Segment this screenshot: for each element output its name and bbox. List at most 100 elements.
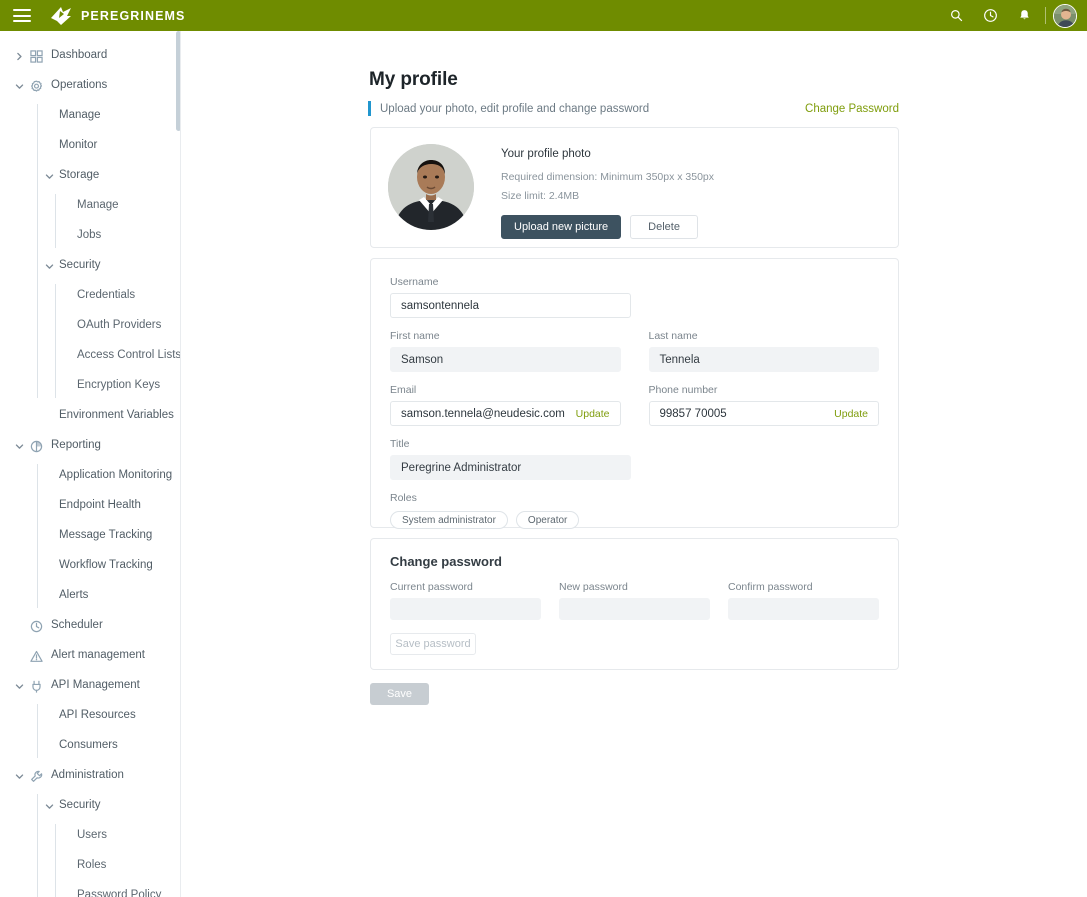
history-clock-icon[interactable] bbox=[977, 3, 1003, 29]
profile-photo bbox=[388, 144, 474, 230]
chevron-down-icon[interactable] bbox=[14, 681, 25, 692]
first-name-field-group: First name Samson bbox=[390, 330, 621, 372]
new-password-label: New password bbox=[559, 581, 628, 593]
username-field-group: Username samsontennela bbox=[390, 276, 631, 318]
sidebar-item-manage[interactable]: Manage bbox=[0, 101, 180, 131]
phone-value: 99857 70005 bbox=[659, 407, 727, 420]
sidebar-item-credentials[interactable]: Credentials bbox=[0, 281, 180, 311]
user-avatar[interactable] bbox=[1053, 3, 1077, 28]
sidebar-item-message-tracking[interactable]: Message Tracking bbox=[0, 521, 180, 551]
caret-spacer bbox=[44, 141, 55, 152]
indent-guide bbox=[37, 464, 38, 608]
role-chip[interactable]: Operator bbox=[515, 511, 580, 529]
sidebar-item-label: Monitor bbox=[59, 139, 98, 152]
save-button[interactable]: Save bbox=[370, 683, 429, 705]
indent-guide bbox=[55, 824, 56, 897]
sidebar-item-reporting[interactable]: Reporting bbox=[0, 431, 180, 461]
sidebar-item-security[interactable]: Security bbox=[0, 251, 180, 281]
username-label: Username bbox=[390, 276, 439, 288]
chevron-down-icon[interactable] bbox=[14, 441, 25, 452]
chevron-down-icon[interactable] bbox=[14, 81, 25, 92]
sidebar-item-label: Alert management bbox=[51, 649, 145, 662]
title-input[interactable]: Peregrine Administrator bbox=[390, 455, 631, 480]
sidebar-item-api-management[interactable]: API Management bbox=[0, 671, 180, 701]
caret-spacer bbox=[62, 321, 73, 332]
sidebar-item-users[interactable]: Users bbox=[0, 821, 180, 851]
profile-details-card: Username samsontennela First name Samson… bbox=[370, 258, 899, 529]
sidebar-item-application-monitoring[interactable]: Application Monitoring bbox=[0, 461, 180, 491]
sidebar-item-encryption-keys[interactable]: Encryption Keys bbox=[0, 371, 180, 401]
current-password-input[interactable] bbox=[390, 598, 541, 620]
chevron-down-icon[interactable] bbox=[44, 801, 55, 812]
change-password-heading: Change password bbox=[390, 554, 502, 569]
indent-guide bbox=[37, 104, 38, 398]
first-name-input[interactable]: Samson bbox=[390, 347, 621, 372]
photo-card-heading: Your profile photo bbox=[501, 148, 591, 160]
change-password-card: Change password Current password New pas… bbox=[370, 538, 899, 670]
sidebar-item-scheduler[interactable]: Scheduler bbox=[0, 611, 180, 641]
pie-chart-icon bbox=[29, 439, 43, 453]
caret-spacer bbox=[62, 381, 73, 392]
last-name-input[interactable]: Tennela bbox=[648, 347, 879, 372]
sidebar-item-label: Alerts bbox=[59, 589, 89, 602]
change-password-link[interactable]: Change Password bbox=[805, 103, 899, 115]
chevron-down-icon[interactable] bbox=[44, 171, 55, 182]
sidebar-item-workflow-tracking[interactable]: Workflow Tracking bbox=[0, 551, 180, 581]
upload-new-picture-button[interactable]: Upload new picture bbox=[501, 215, 622, 239]
phone-input[interactable]: 99857 70005 Update bbox=[648, 401, 879, 426]
role-chip[interactable]: System administrator bbox=[390, 511, 508, 529]
brand-logo-link[interactable]: PEREGRINEMS bbox=[48, 5, 185, 27]
sidebar-item-storage[interactable]: Storage bbox=[0, 161, 180, 191]
sidebar-item-operations[interactable]: Operations bbox=[0, 71, 180, 101]
top-app-bar: PEREGRINEMS bbox=[0, 0, 1087, 31]
sidebar-item-security[interactable]: Security bbox=[0, 791, 180, 821]
roles-chip-list: System administrator Operator bbox=[390, 511, 879, 529]
delete-picture-button[interactable]: Delete bbox=[630, 215, 698, 239]
email-input[interactable]: samson.tennela@neudesic.com Update bbox=[390, 401, 621, 426]
last-name-value: Tennela bbox=[659, 353, 700, 366]
sidebar-item-oauth-providers[interactable]: OAuth Providers bbox=[0, 311, 180, 341]
sidebar-item-monitor[interactable]: Monitor bbox=[0, 131, 180, 161]
sidebar-item-label: Security bbox=[59, 799, 101, 812]
sidebar-item-label: Operations bbox=[51, 79, 108, 92]
sidebar-item-access-control-lists[interactable]: Access Control Lists bbox=[0, 341, 180, 371]
grid-dashboard-icon bbox=[29, 49, 43, 63]
sidebar-item-dashboard[interactable]: Dashboard bbox=[0, 41, 180, 71]
phone-update-link[interactable]: Update bbox=[834, 408, 868, 420]
notification-bell-icon[interactable] bbox=[1011, 3, 1037, 29]
sidebar-item-manage[interactable]: Manage bbox=[0, 191, 180, 221]
sidebar-item-alerts[interactable]: Alerts bbox=[0, 581, 180, 611]
topbar-divider bbox=[1045, 7, 1046, 24]
save-password-button[interactable]: Save password bbox=[390, 633, 476, 655]
email-update-link[interactable]: Update bbox=[576, 408, 610, 420]
sidebar-item-administration[interactable]: Administration bbox=[0, 761, 180, 791]
phone-label: Phone number bbox=[648, 384, 718, 396]
title-value: Peregrine Administrator bbox=[401, 461, 522, 474]
caret-spacer bbox=[44, 531, 55, 542]
sidebar-item-jobs[interactable]: Jobs bbox=[0, 221, 180, 251]
phone-field-group: Phone number 99857 70005 Update bbox=[648, 384, 879, 426]
caret-spacer bbox=[44, 501, 55, 512]
sidebar-item-environment-variables[interactable]: Environment Variables bbox=[0, 401, 180, 431]
new-password-input[interactable] bbox=[559, 598, 710, 620]
current-password-group: Current password bbox=[390, 581, 541, 620]
chevron-down-icon[interactable] bbox=[14, 771, 25, 782]
sidebar-item-password-policy[interactable]: Password Policy bbox=[0, 881, 180, 897]
confirm-password-input[interactable] bbox=[728, 598, 879, 620]
chevron-right-icon[interactable] bbox=[14, 51, 25, 62]
caret-spacer bbox=[44, 411, 55, 422]
photo-dimension-note: Required dimension: Minimum 350px x 350p… bbox=[501, 171, 715, 183]
first-name-label: First name bbox=[390, 330, 440, 342]
sidebar-item-label: Manage bbox=[59, 109, 101, 122]
caret-spacer bbox=[62, 891, 73, 897]
sidebar-item-label: Password Policy bbox=[77, 889, 162, 897]
sidebar-item-api-resources[interactable]: API Resources bbox=[0, 701, 180, 731]
chevron-down-icon[interactable] bbox=[44, 261, 55, 272]
username-input[interactable]: samsontennela bbox=[390, 293, 631, 318]
hamburger-menu-icon[interactable] bbox=[13, 9, 31, 22]
sidebar-item-roles[interactable]: Roles bbox=[0, 851, 180, 881]
sidebar-item-alert-management[interactable]: Alert management bbox=[0, 641, 180, 671]
sidebar-item-endpoint-health[interactable]: Endpoint Health bbox=[0, 491, 180, 521]
sidebar-item-consumers[interactable]: Consumers bbox=[0, 731, 180, 761]
search-icon[interactable] bbox=[943, 3, 969, 29]
